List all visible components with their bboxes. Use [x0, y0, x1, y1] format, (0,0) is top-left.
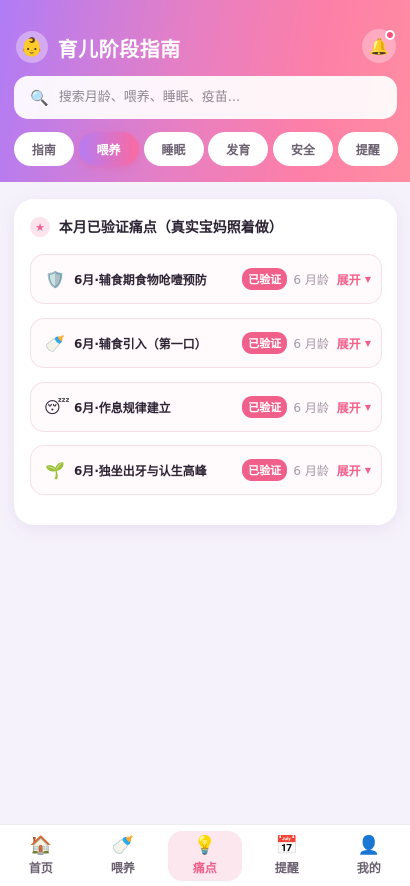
nav-home[interactable]: 🏠 首页	[4, 831, 78, 881]
tab-reminders[interactable]: 提醒	[337, 132, 398, 166]
expand-button[interactable]: 展开	[337, 271, 361, 288]
age-label: 6 月龄	[293, 400, 329, 415]
tab-guide[interactable]: 指南	[14, 132, 74, 166]
baby-bottle-icon: 🍼	[111, 834, 135, 856]
nav-label: 痛点	[192, 860, 217, 875]
list-item[interactable]: 🌱 6月·独坐出牙与认生高峰 已验证 6 月龄 展开 ▼	[30, 445, 382, 495]
pain-points-card: ★ 本月已验证痛点（真实宝妈照着做） 🛡️ 6月·辅食期食物呛噎预防 已验证 6…	[14, 199, 397, 525]
nav-label: 我的	[356, 860, 381, 875]
search-bar[interactable]: 🔍	[14, 76, 397, 119]
calendar-icon: 📅	[275, 834, 299, 856]
tab-safety[interactable]: 安全	[273, 132, 334, 166]
list-item[interactable]: 🛡️ 6月·辅食期食物呛噎预防 已验证 6 月龄 展开 ▼	[30, 254, 382, 304]
baby-bottle-icon: 🍼	[45, 333, 65, 353]
nav-label: 首页	[28, 860, 53, 875]
nav-profile[interactable]: 👤 我的	[332, 831, 406, 881]
notification-dot	[385, 30, 395, 40]
caret-down-icon: ▼	[364, 402, 371, 412]
list-item[interactable]: 🍼 6月·辅食引入（第一口） 已验证 6 月龄 展开 ▼	[30, 318, 382, 368]
baby-face-icon: 👶	[16, 31, 48, 63]
tab-feeding[interactable]: 喂养	[78, 132, 139, 166]
lightbulb-icon: 💡	[193, 834, 217, 856]
caret-down-icon: ▼	[364, 338, 371, 348]
nav-reminders[interactable]: 📅 提醒	[250, 831, 324, 881]
seedling-icon: 🌱	[45, 460, 65, 480]
tab-sleep[interactable]: 睡眠	[143, 132, 204, 166]
item-label: 6月·作息规律建立	[74, 400, 171, 415]
bell-icon[interactable]: 🔔	[362, 29, 396, 63]
tab-development[interactable]: 发育	[208, 132, 269, 166]
app-title: 育儿阶段指南	[58, 36, 181, 61]
sleeping-face-icon: 😴	[44, 397, 70, 417]
expand-button[interactable]: 展开	[337, 462, 361, 479]
verified-badge: 已验证	[242, 396, 288, 418]
item-label: 6月·辅食引入（第一口）	[74, 336, 207, 351]
nav-label: 提醒	[274, 860, 299, 875]
verified-badge: 已验证	[242, 332, 288, 354]
user-icon: 👤	[357, 834, 381, 856]
category-tabs: 指南 喂养 睡眠 发育 安全 提醒	[14, 132, 398, 166]
verified-badge: 已验证	[242, 268, 288, 290]
caret-down-icon: ▼	[364, 274, 371, 284]
age-label: 6 月龄	[293, 463, 329, 478]
age-label: 6 月龄	[293, 272, 329, 287]
card-title: 本月已验证痛点（真实宝妈照着做）	[59, 220, 283, 236]
age-label: 6 月龄	[293, 336, 329, 351]
star-icon: ★	[30, 217, 50, 237]
app-header: 👶 育儿阶段指南 🔔 🔍 指南 喂养 睡眠 发育 安全 提醒	[0, 0, 410, 182]
caret-down-icon: ▼	[364, 465, 371, 475]
nav-label: 喂养	[110, 860, 135, 875]
home-icon: 🏠	[29, 834, 53, 856]
bottom-nav: 🏠 首页 🍼 喂养 💡 痛点 📅 提醒 👤 我的	[0, 824, 410, 886]
list-item[interactable]: 😴 6月·作息规律建立 已验证 6 月龄 展开 ▼	[30, 382, 382, 432]
search-input[interactable]	[58, 90, 359, 105]
nav-pain-points[interactable]: 💡 痛点	[168, 830, 242, 881]
header-bar: 👶 育儿阶段指南 🔔	[16, 29, 396, 65]
search-icon: 🔍	[30, 88, 49, 107]
expand-button[interactable]: 展开	[337, 399, 361, 416]
card-header: ★ 本月已验证痛点（真实宝妈照着做）	[30, 217, 283, 237]
nav-feeding[interactable]: 🍼 喂养	[86, 831, 160, 881]
expand-button[interactable]: 展开	[337, 335, 361, 352]
item-label: 6月·独坐出牙与认生高峰	[74, 463, 207, 478]
item-label: 6月·辅食期食物呛噎预防	[74, 272, 207, 287]
shield-icon: 🛡️	[45, 269, 65, 289]
verified-badge: 已验证	[242, 459, 288, 481]
